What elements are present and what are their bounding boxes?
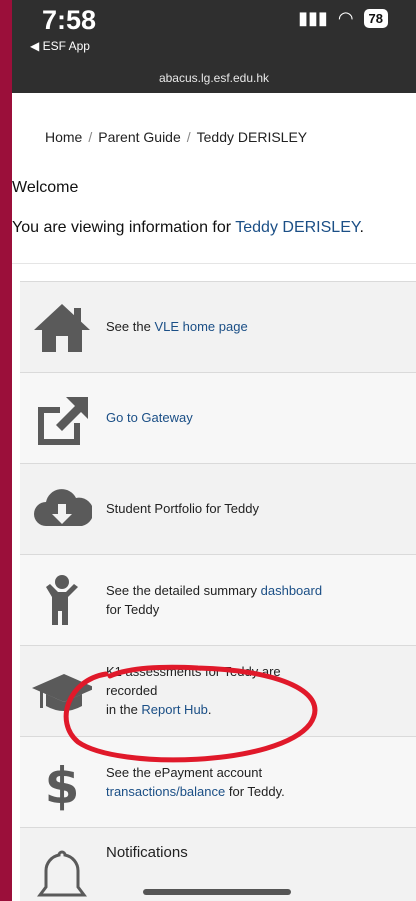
- list-item-portfolio: Student Portfolio for Teddy: [20, 463, 416, 554]
- gateway-link[interactable]: Go to Gateway: [106, 410, 193, 425]
- list-item-vle: See the VLE home page: [20, 281, 416, 372]
- breadcrumb-separator: /: [186, 129, 191, 145]
- viewing-prefix: You are viewing information for: [12, 219, 236, 236]
- external-link-icon: [32, 391, 92, 447]
- portfolio-label[interactable]: Student Portfolio for Teddy: [106, 500, 259, 519]
- back-to-app-link[interactable]: ◀ ESF App: [30, 39, 90, 53]
- student-name-link[interactable]: Teddy DERISLEY: [235, 219, 359, 236]
- breadcrumb: Home / Parent Guide / Teddy DERISLEY: [45, 129, 307, 145]
- breadcrumb-parent-guide[interactable]: Parent Guide: [98, 129, 181, 145]
- vle-home-link[interactable]: VLE home page: [154, 319, 247, 334]
- dollar-icon: $: [32, 755, 92, 815]
- child-icon: [32, 573, 92, 629]
- clock: 7:58: [42, 5, 97, 35]
- notifications-label[interactable]: Notifications: [106, 842, 188, 864]
- list-item-dashboard: See the detailed summary dashboard for Te…: [20, 554, 416, 645]
- report-line1: K1 assessments for Teddy are: [106, 664, 281, 680]
- status-bar: 7:58 ◀ ESF App ▮▮▮ ◠ 78: [12, 0, 416, 63]
- viewing-info: You are viewing information for Teddy DE…: [12, 219, 364, 237]
- report-line3-prefix: in the: [106, 701, 142, 717]
- viewing-suffix: .: [359, 219, 364, 236]
- report-hub-link[interactable]: Report Hub: [141, 702, 207, 717]
- bell-icon: [32, 846, 92, 901]
- guide-list: See the VLE home page Go to Gateway Stud…: [20, 281, 416, 901]
- house-icon: [32, 300, 92, 356]
- svg-text:$: $: [45, 757, 80, 811]
- dashboard-prefix: See the detailed summary: [106, 582, 261, 598]
- page-content: Home / Parent Guide / Teddy DERISLEY Welcome…: [12, 93, 416, 901]
- url-bar[interactable]: abacus.lg.esf.edu.hk: [12, 63, 416, 93]
- home-indicator[interactable]: [143, 889, 291, 895]
- vle-prefix: See the: [106, 319, 155, 335]
- dashboard-suffix: for Teddy: [106, 601, 160, 617]
- divider: [12, 263, 416, 264]
- list-item-gateway: Go to Gateway: [20, 372, 416, 463]
- list-item-epayment: $ See the ePayment account transactions/b…: [20, 736, 416, 827]
- signal-icon: ▮▮▮: [298, 8, 328, 28]
- report-suffix: .: [207, 701, 212, 717]
- battery-icon: 78: [363, 9, 388, 28]
- epayment-line1: See the ePayment account: [106, 764, 263, 780]
- wifi-icon: ◠: [337, 8, 354, 28]
- breadcrumb-home[interactable]: Home: [45, 129, 82, 145]
- dashboard-link[interactable]: dashboard: [261, 583, 322, 598]
- report-line2: recorded: [106, 683, 158, 699]
- cloud-download-icon: [32, 482, 94, 538]
- status-icons: ▮▮▮ ◠ 78: [298, 8, 388, 29]
- breadcrumb-student: Teddy DERISLEY: [196, 129, 308, 145]
- transactions-link[interactable]: transactions/balance: [106, 784, 225, 799]
- breadcrumb-separator: /: [88, 129, 93, 145]
- list-item-report-hub: K1 assessments for Teddy are recorded in t…: [20, 645, 416, 736]
- epayment-suffix: for Teddy.: [225, 783, 285, 799]
- graduation-cap-icon: [32, 664, 96, 720]
- welcome-heading: Welcome: [12, 179, 79, 196]
